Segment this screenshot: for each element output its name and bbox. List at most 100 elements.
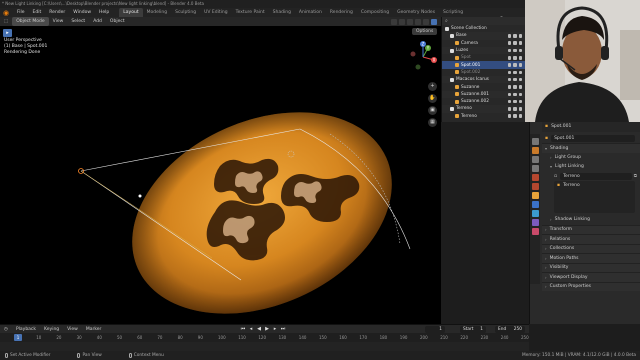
tab-shading[interactable]: Shading [269, 8, 295, 17]
exclude-checkbox-icon[interactable] [507, 48, 511, 53]
zoom-icon[interactable]: + [428, 82, 437, 91]
editor-type-icon[interactable]: ⬚ [0, 17, 12, 26]
outliner-row[interactable]: Terreno [442, 113, 525, 120]
outliner-row[interactable]: Suzanne.001 [442, 90, 525, 98]
tab-animation[interactable]: Animation [295, 8, 326, 17]
end-frame-field[interactable]: End 250 [495, 326, 525, 333]
visibility-toggles[interactable] [507, 56, 522, 60]
new-collection-icon[interactable]: ⧉ [634, 173, 637, 179]
3d-viewport[interactable]: User Perspective (1) Base | Spot.001 Ren… [0, 26, 441, 324]
exclude-checkbox-icon[interactable] [507, 34, 511, 38]
grid-toggle-icon[interactable]: ▦ [428, 118, 437, 127]
jump-end-icon[interactable]: ⏭ [280, 326, 286, 332]
object-name-field[interactable]: Spot.001 [551, 134, 635, 142]
rendered-shading-icon[interactable] [431, 18, 437, 25]
property-section-header[interactable]: › Transform [542, 224, 640, 234]
property-section-header[interactable]: › Motion Paths [542, 253, 640, 263]
camera-render-icon[interactable] [518, 41, 522, 45]
texture-tab-icon[interactable] [531, 228, 539, 235]
property-section-header[interactable]: › Collections [542, 243, 640, 253]
eye-icon[interactable] [513, 56, 517, 60]
visibility-toggles[interactable] [507, 34, 522, 38]
blender-logo-icon[interactable]: ◉ [2, 9, 10, 17]
eye-icon[interactable] [513, 99, 517, 104]
shading-section-header[interactable]: ▾ Shading [542, 143, 640, 153]
visibility-toggles[interactable] [507, 70, 522, 75]
prev-key-icon[interactable]: ◂ [248, 326, 254, 332]
tab-scripting[interactable]: Scripting [439, 8, 467, 17]
physics-tab-icon[interactable] [531, 201, 539, 208]
camera-render-icon[interactable] [518, 56, 522, 60]
exclude-checkbox-icon[interactable] [507, 85, 511, 89]
play-icon[interactable]: ▶ [264, 326, 270, 332]
tab-geometry-nodes[interactable]: Geometry Nodes [393, 8, 439, 17]
property-section-header[interactable]: › Visibility [542, 262, 640, 272]
property-section-header[interactable]: › Custom Properties [542, 281, 640, 291]
mode-selector[interactable]: Object Mode [12, 17, 49, 26]
output-tab-icon[interactable] [531, 156, 539, 163]
outliner-row[interactable]: Base [442, 32, 525, 40]
camera-view-icon[interactable]: ▣ [428, 106, 437, 115]
menu-view-timeline[interactable]: View [63, 327, 82, 332]
solid-shading-icon[interactable] [415, 18, 421, 25]
property-section-header[interactable]: › Relations [542, 234, 640, 244]
scene-tab-icon[interactable] [531, 174, 539, 181]
viewport-options-button[interactable]: Options [412, 28, 438, 35]
eye-icon[interactable] [513, 114, 517, 118]
eye-icon[interactable] [513, 63, 517, 67]
shadow-linking-subpanel[interactable]: › Shadow Linking [542, 215, 640, 225]
light-group-subpanel[interactable]: › Light Group [542, 153, 640, 163]
menu-add[interactable]: Add [89, 17, 106, 26]
wireframe-shading-icon[interactable] [407, 18, 413, 25]
visibility-toggles[interactable] [507, 41, 522, 45]
outliner-row[interactable]: Terreno [442, 105, 525, 113]
visibility-toggles[interactable] [507, 85, 522, 89]
data-tab-icon[interactable] [531, 219, 539, 226]
camera-render-icon[interactable] [518, 48, 522, 53]
render-tab-icon[interactable] [531, 147, 539, 154]
menu-file[interactable]: File [13, 8, 29, 17]
camera-render-icon[interactable] [518, 107, 522, 111]
exclude-checkbox-icon[interactable] [507, 107, 511, 111]
eye-icon[interactable] [513, 70, 517, 75]
tool-tab-icon[interactable] [531, 138, 539, 145]
filter-icon[interactable]: ⌕ [445, 18, 448, 24]
visibility-toggles[interactable] [507, 107, 522, 111]
tab-modeling[interactable]: Modeling [143, 8, 171, 17]
menu-help[interactable]: Help [95, 8, 113, 17]
exclude-checkbox-icon[interactable] [507, 56, 511, 60]
tab-compositing[interactable]: Compositing [357, 8, 393, 17]
select-box-tool-icon[interactable]: ▸ [3, 29, 12, 37]
camera-render-icon[interactable] [518, 77, 522, 82]
world-tab-icon[interactable] [531, 183, 539, 190]
light-linking-subpanel[interactable]: ▾ Light Linking [542, 162, 640, 172]
outliner-row[interactable]: Spot.002 [442, 69, 525, 76]
next-key-icon[interactable]: ▸ [272, 326, 278, 332]
tab-layout[interactable]: Layout [119, 8, 143, 17]
timeline-editor-icon[interactable]: ◷ [0, 327, 12, 332]
jump-start-icon[interactable]: ⏮ [240, 326, 246, 332]
tab-rendering[interactable]: Rendering [326, 8, 357, 17]
eye-icon[interactable] [513, 34, 517, 38]
tab-sculpting[interactable]: Sculpting [171, 8, 200, 17]
playhead[interactable]: 1 [14, 334, 22, 341]
camera-render-icon[interactable] [518, 63, 522, 67]
light-linking-list[interactable]: ▪ Terreno [554, 181, 635, 213]
current-frame-field[interactable]: 1 [425, 326, 445, 333]
eye-icon[interactable] [513, 41, 517, 45]
menu-keying[interactable]: Keying [40, 327, 63, 332]
camera-render-icon[interactable] [518, 85, 522, 89]
eye-icon[interactable] [513, 107, 517, 111]
outliner-row[interactable]: Scene Collection [442, 25, 525, 32]
exclude-checkbox-icon[interactable] [507, 70, 511, 75]
tab-texture-paint[interactable]: Texture Paint [232, 8, 269, 17]
object-tab-icon[interactable] [531, 192, 539, 199]
outliner-row[interactable]: Camera [442, 40, 525, 47]
exclude-checkbox-icon[interactable] [507, 77, 511, 82]
exclude-checkbox-icon[interactable] [507, 41, 511, 45]
outliner-row[interactable]: Luzes [442, 46, 525, 55]
collection-field[interactable]: Terreno [560, 172, 632, 180]
visibility-toggles[interactable] [507, 114, 522, 118]
property-section-header[interactable]: › Viewport Display [542, 272, 640, 282]
outliner-row[interactable]: Suzanne.002 [442, 98, 525, 105]
